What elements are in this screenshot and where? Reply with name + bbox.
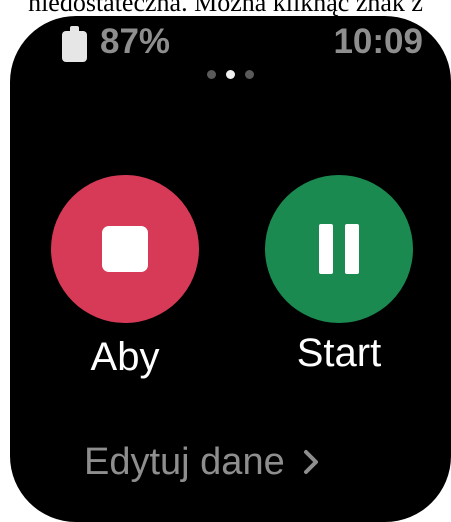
page-indicator: [10, 70, 451, 82]
pause-icon: [316, 224, 362, 274]
battery-icon: [62, 26, 87, 62]
status-bar: 87% 10:09: [10, 16, 451, 76]
watch-screen: 87% 10:09 Aby Start Edytuj dane: [10, 16, 451, 522]
pause-button[interactable]: [265, 175, 413, 323]
edit-data-label: Edytuj dane: [84, 441, 285, 483]
chevron-right-icon: [303, 450, 318, 474]
clock-time: 10:09: [333, 22, 423, 61]
stop-icon: [102, 226, 148, 272]
page-dot-active: [226, 70, 235, 79]
page-dot: [207, 70, 216, 79]
page-dot: [245, 70, 254, 79]
stop-label: Aby: [90, 335, 160, 379]
edit-data-button[interactable]: Edytuj dane: [84, 438, 319, 486]
pause-label: Start: [296, 331, 382, 375]
stop-button[interactable]: [51, 175, 199, 323]
battery-percent: 87%: [100, 22, 171, 61]
